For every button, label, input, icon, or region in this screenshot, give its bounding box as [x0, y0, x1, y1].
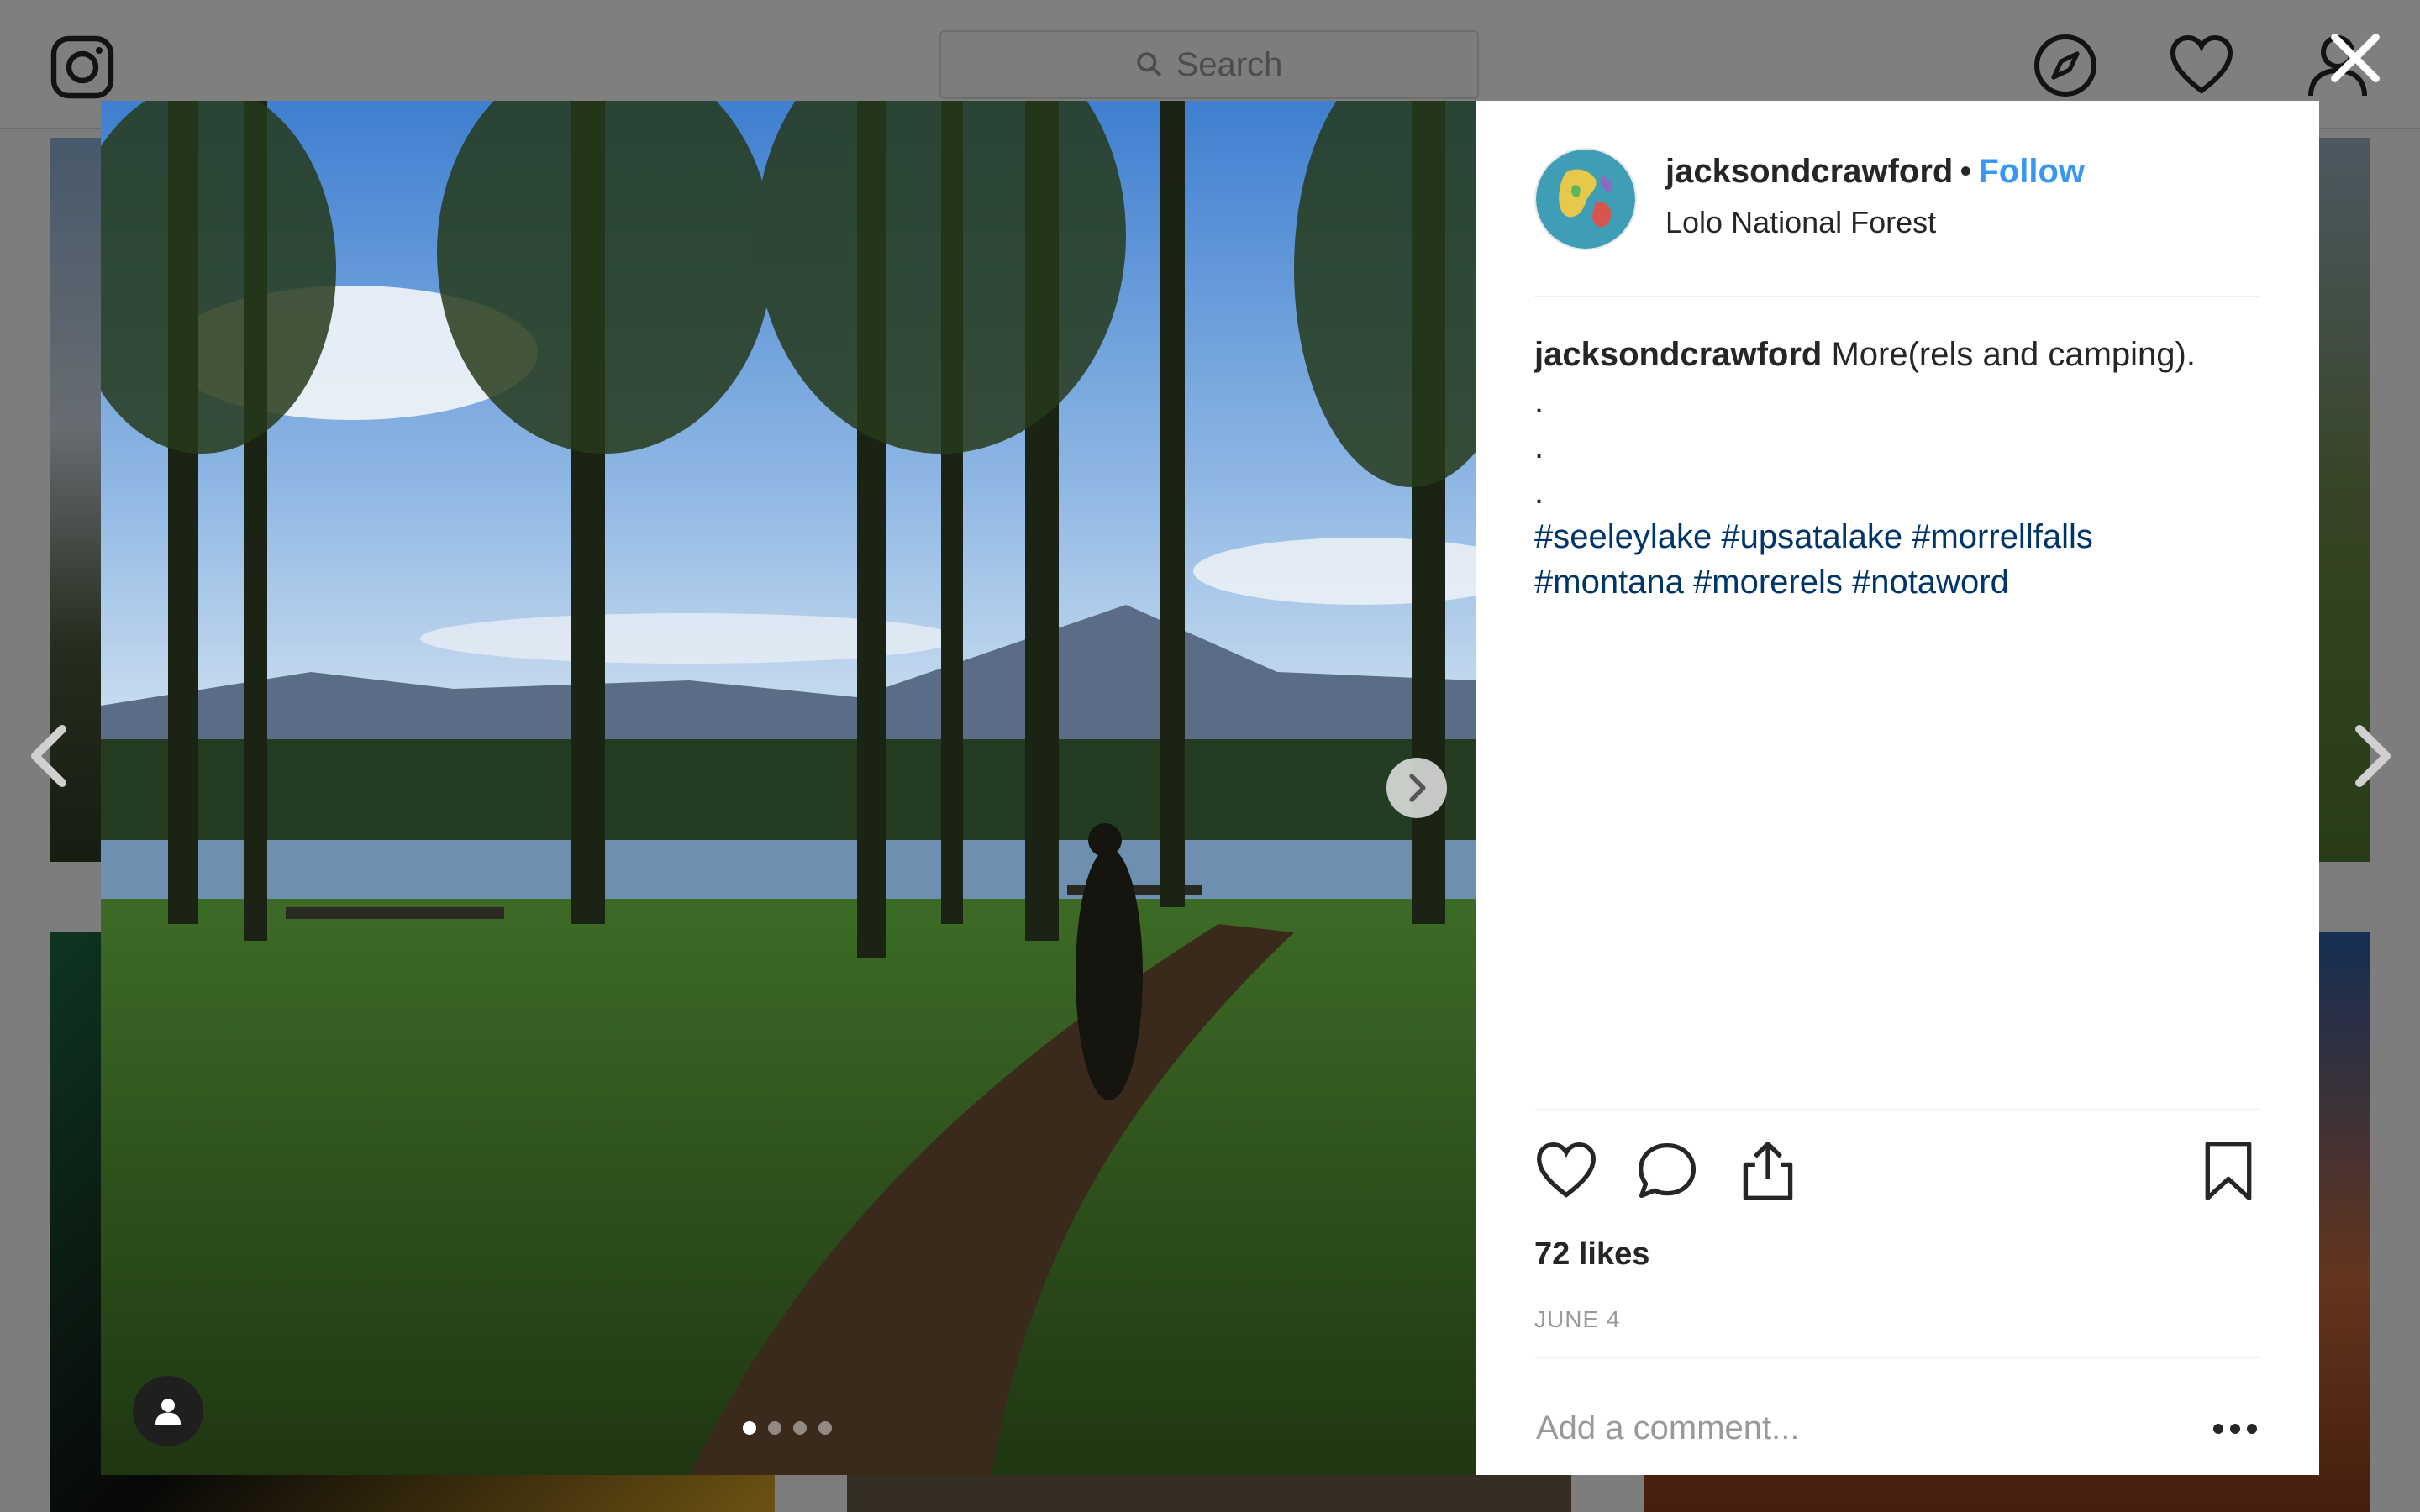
carousel-dot [743, 1421, 756, 1435]
comment-bubble-icon[interactable] [1635, 1139, 1699, 1203]
carousel-dot [793, 1421, 807, 1435]
close-icon[interactable] [2326, 29, 2385, 87]
carousel-dot [768, 1421, 781, 1435]
bookmark-icon[interactable] [2196, 1139, 2260, 1203]
post-footer: 72 likes JUNE 4 [1534, 1109, 2260, 1501]
more-options-icon[interactable] [2210, 1412, 2260, 1446]
post-header: jacksondcrawford • Follow Lolo National Fo… [1534, 101, 2260, 297]
caption-dot-line: . [1534, 474, 1544, 511]
hashtag-link[interactable]: #notaword [1852, 564, 2009, 601]
hashtag-link[interactable]: #morrellfalls [1912, 518, 2093, 555]
chevron-right-icon [1409, 774, 1426, 802]
carousel-dot [818, 1421, 832, 1435]
share-icon[interactable] [1736, 1139, 1800, 1203]
action-bar [1534, 1110, 2260, 1236]
follow-button[interactable]: Follow [1978, 153, 2085, 190]
hashtags: #seeleylake #upsatalake #morrellfalls #m… [1534, 514, 2260, 605]
post-modal: jacksondcrawford • Follow Lolo National Fo… [101, 101, 2319, 1475]
person-icon [155, 1399, 181, 1425]
avatar[interactable] [1534, 148, 1637, 250]
caption-dot-line: . [1534, 428, 1544, 465]
post-caption: jacksondcrawford More(rels and camping).… [1534, 297, 2260, 605]
comment-form [1534, 1357, 2260, 1501]
hashtag-link[interactable]: #seeleylake [1534, 518, 1712, 555]
post-location[interactable]: Lolo National Forest [1665, 205, 1936, 240]
next-post-arrow-icon[interactable] [2346, 722, 2396, 790]
comment-input[interactable] [1534, 1402, 2176, 1454]
hashtag-link[interactable]: #montana [1534, 564, 1684, 601]
post-username[interactable]: jacksondcrawford [1665, 153, 1953, 190]
like-heart-icon[interactable] [1534, 1139, 1598, 1203]
carousel-next-button[interactable] [1386, 758, 1447, 818]
forest-lake-photo [101, 101, 1476, 1475]
globe-avatar-icon [1536, 150, 1635, 249]
tagged-users-button[interactable] [133, 1376, 203, 1446]
caption-text: More(rels and camping). [1831, 336, 2196, 373]
caption-username[interactable]: jacksondcrawford [1534, 336, 1822, 373]
hashtag-link[interactable]: #upsatalake [1721, 518, 1902, 555]
carousel-indicator [743, 1421, 832, 1435]
separator-dot: • [1960, 153, 1972, 190]
caption-dot-line: . [1534, 383, 1544, 420]
post-date: JUNE 4 [1534, 1306, 1621, 1332]
post-photo[interactable] [101, 101, 1476, 1475]
post-details-panel: jacksondcrawford • Follow Lolo National Fo… [1476, 101, 2319, 1475]
likes-count[interactable]: 72 likes [1534, 1236, 2260, 1273]
previous-post-arrow-icon[interactable] [25, 722, 76, 790]
hashtag-link[interactable]: #morerels [1693, 564, 1843, 601]
